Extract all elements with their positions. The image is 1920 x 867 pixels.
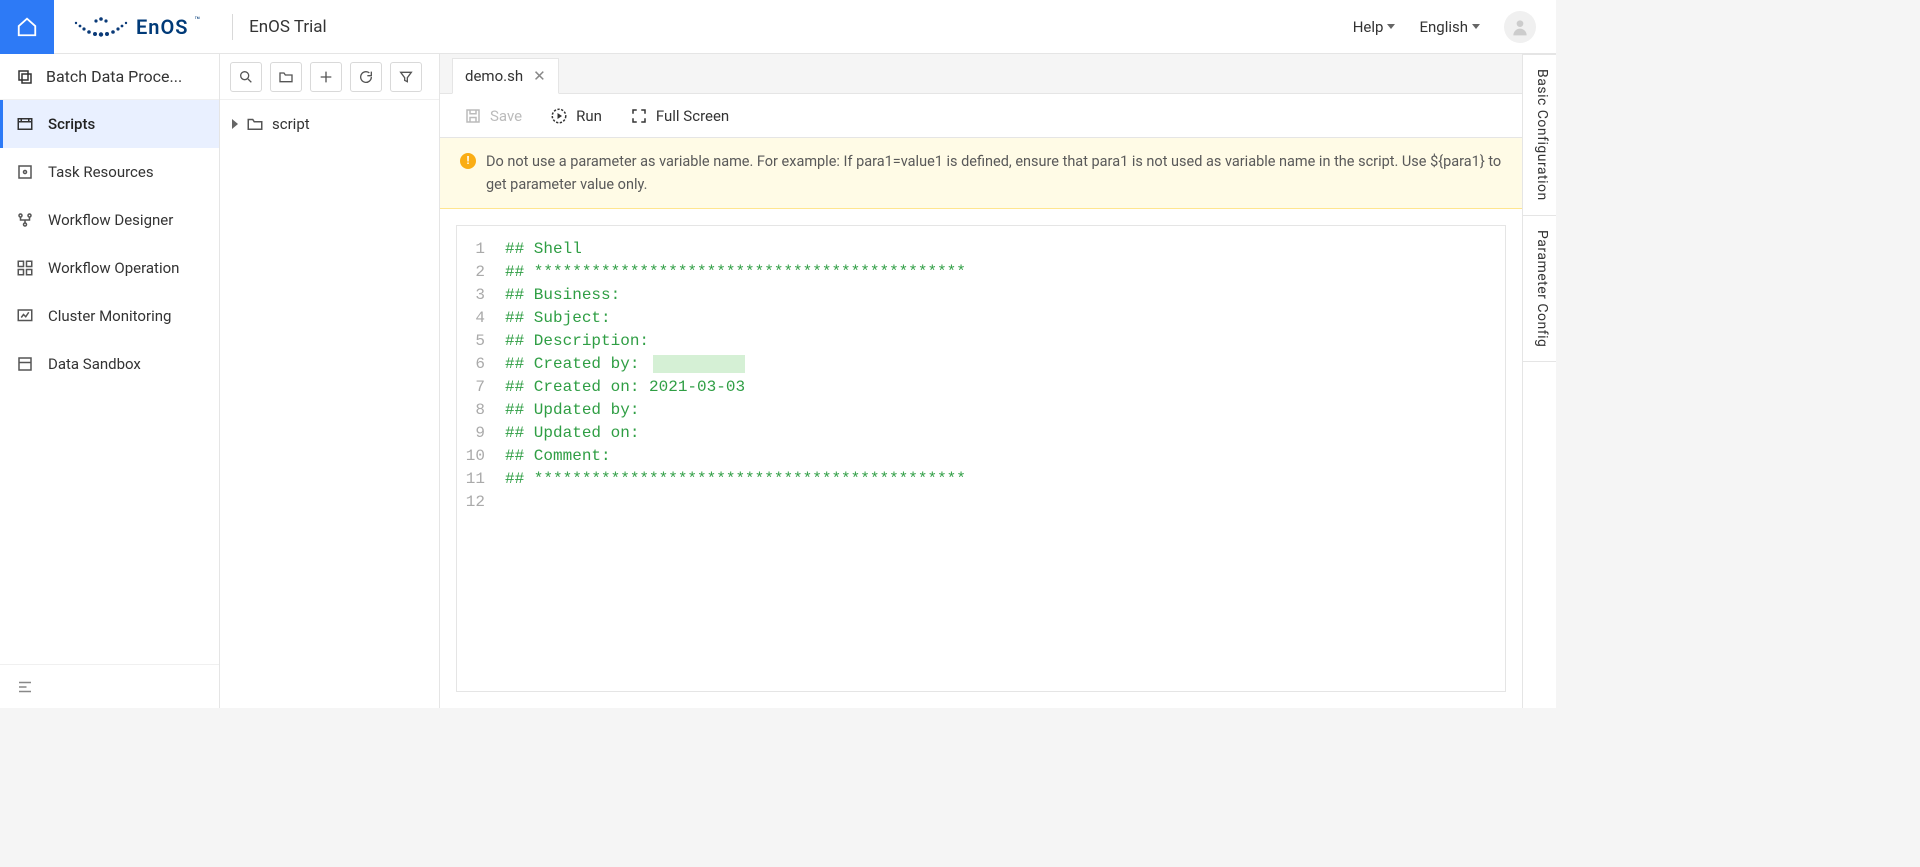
top-header: EnOS ™ EnOS Trial Help English bbox=[0, 0, 1556, 54]
logo-trademark: ™ bbox=[194, 16, 200, 26]
tab-label: demo.sh bbox=[465, 67, 523, 85]
folder-icon bbox=[246, 115, 264, 133]
fullscreen-icon bbox=[630, 107, 648, 125]
sidebar-item-cluster-monitoring[interactable]: Cluster Monitoring bbox=[0, 292, 219, 340]
editor-zone: demo.sh ✕ Save Run Full Screen bbox=[440, 54, 1522, 708]
explorer-tree: script bbox=[220, 100, 439, 708]
sidebar-item-label: Data Sandbox bbox=[48, 355, 141, 373]
code-line: 1## Shell bbox=[457, 238, 1505, 261]
filter-icon bbox=[398, 69, 414, 85]
script-icon bbox=[16, 115, 34, 133]
caret-down-icon bbox=[1387, 24, 1395, 29]
fullscreen-button[interactable]: Full Screen bbox=[630, 107, 729, 125]
help-dropdown[interactable]: Help bbox=[1353, 18, 1396, 36]
logo: EnOS ™ bbox=[54, 13, 216, 41]
logo-graphic bbox=[70, 13, 130, 41]
tree-item-label: script bbox=[272, 115, 310, 133]
tab-demo-sh[interactable]: demo.sh ✕ bbox=[452, 58, 559, 94]
copy-icon bbox=[16, 68, 34, 86]
rail-tab-basic-config[interactable]: Basic Configuration bbox=[1523, 54, 1556, 216]
sidebar-item-label: Workflow Designer bbox=[48, 211, 173, 229]
folder-button[interactable] bbox=[270, 62, 302, 92]
sidebar-collapse[interactable] bbox=[0, 664, 219, 708]
tree-folder-script[interactable]: script bbox=[232, 110, 427, 138]
sidebar-item-workflow-designer[interactable]: Workflow Designer bbox=[0, 196, 219, 244]
main-layout: Batch Data Proce... Scripts Task Resourc… bbox=[0, 54, 1556, 708]
plus-icon bbox=[318, 69, 334, 85]
sidebar-item-workflow-operation[interactable]: Workflow Operation bbox=[0, 244, 219, 292]
sidebar-item-task-resources[interactable]: Task Resources bbox=[0, 148, 219, 196]
code-line: 3## Business: bbox=[457, 284, 1505, 307]
caret-right-icon bbox=[232, 119, 238, 129]
sidebar-item-label: Scripts bbox=[48, 115, 95, 133]
help-label: Help bbox=[1353, 18, 1384, 36]
refresh-button[interactable] bbox=[350, 62, 382, 92]
resource-icon bbox=[16, 163, 34, 181]
sidebar-items: Scripts Task Resources Workflow Designer… bbox=[0, 100, 219, 664]
home-button[interactable] bbox=[0, 0, 54, 54]
collapse-icon bbox=[16, 678, 34, 696]
avatar[interactable] bbox=[1504, 11, 1536, 43]
sidebar-item-data-sandbox[interactable]: Data Sandbox bbox=[0, 340, 219, 388]
refresh-icon bbox=[358, 69, 374, 85]
language-dropdown[interactable]: English bbox=[1419, 18, 1480, 36]
tab-close-button[interactable]: ✕ bbox=[533, 67, 546, 85]
home-icon bbox=[16, 16, 38, 38]
code-line: 5## Description: bbox=[457, 330, 1505, 353]
run-button[interactable]: Run bbox=[550, 107, 602, 125]
sidebar: Batch Data Proce... Scripts Task Resourc… bbox=[0, 54, 220, 708]
code-line: 8## Updated by: bbox=[457, 399, 1505, 422]
folder-icon bbox=[278, 69, 294, 85]
code-editor[interactable]: 1## Shell2## ***************************… bbox=[456, 225, 1506, 692]
user-icon bbox=[1510, 17, 1530, 37]
fullscreen-label: Full Screen bbox=[656, 107, 729, 125]
sidebar-item-label: Workflow Operation bbox=[48, 259, 179, 277]
workflow-icon bbox=[16, 211, 34, 229]
language-label: English bbox=[1419, 18, 1468, 36]
add-button[interactable] bbox=[310, 62, 342, 92]
code-line: 10## Comment: bbox=[457, 445, 1505, 468]
code-line: 7## Created on: 2021-03-03 bbox=[457, 376, 1505, 399]
sidebar-item-scripts[interactable]: Scripts bbox=[0, 100, 219, 148]
header-right: Help English bbox=[1353, 11, 1556, 43]
file-explorer: script bbox=[220, 54, 440, 708]
search-button[interactable] bbox=[230, 62, 262, 92]
search-icon bbox=[238, 69, 254, 85]
sidebar-section-title: Batch Data Proce... bbox=[46, 67, 182, 86]
code-line: 11## ***********************************… bbox=[457, 468, 1505, 491]
banner-text: Do not use a parameter as variable name.… bbox=[486, 150, 1502, 196]
warning-icon: ! bbox=[460, 153, 476, 169]
app-title: EnOS Trial bbox=[249, 17, 327, 37]
monitor-icon bbox=[16, 307, 34, 325]
rail-tab-parameter-config[interactable]: Parameter Config bbox=[1523, 216, 1556, 362]
save-button[interactable]: Save bbox=[464, 107, 522, 125]
code-line: 6## Created by: bbox=[457, 353, 1505, 376]
sandbox-icon bbox=[16, 355, 34, 373]
main-area: demo.sh ✕ Save Run Full Screen bbox=[440, 54, 1556, 708]
info-banner: ! Do not use a parameter as variable nam… bbox=[440, 138, 1522, 209]
tab-bar: demo.sh ✕ bbox=[440, 54, 1522, 94]
logo-text: EnOS bbox=[136, 15, 188, 39]
run-label: Run bbox=[576, 107, 602, 125]
redacted-value bbox=[653, 355, 745, 373]
code-line: 2## ************************************… bbox=[457, 261, 1505, 284]
action-bar: Save Run Full Screen bbox=[440, 94, 1522, 138]
sidebar-item-label: Cluster Monitoring bbox=[48, 307, 171, 325]
save-label: Save bbox=[490, 107, 522, 125]
right-rail: Basic Configuration Parameter Config bbox=[1522, 54, 1556, 708]
code-line: 9## Updated on: bbox=[457, 422, 1505, 445]
operation-icon bbox=[16, 259, 34, 277]
sidebar-section-header[interactable]: Batch Data Proce... bbox=[0, 54, 219, 100]
run-icon bbox=[550, 107, 568, 125]
sidebar-item-label: Task Resources bbox=[48, 163, 154, 181]
code-line: 12 bbox=[457, 491, 1505, 514]
code-wrap: 1## Shell2## ***************************… bbox=[440, 209, 1522, 708]
save-icon bbox=[464, 107, 482, 125]
explorer-toolbar bbox=[220, 54, 439, 100]
caret-down-icon bbox=[1472, 24, 1480, 29]
header-divider bbox=[232, 14, 233, 40]
code-line: 4## Subject: bbox=[457, 307, 1505, 330]
filter-button[interactable] bbox=[390, 62, 422, 92]
